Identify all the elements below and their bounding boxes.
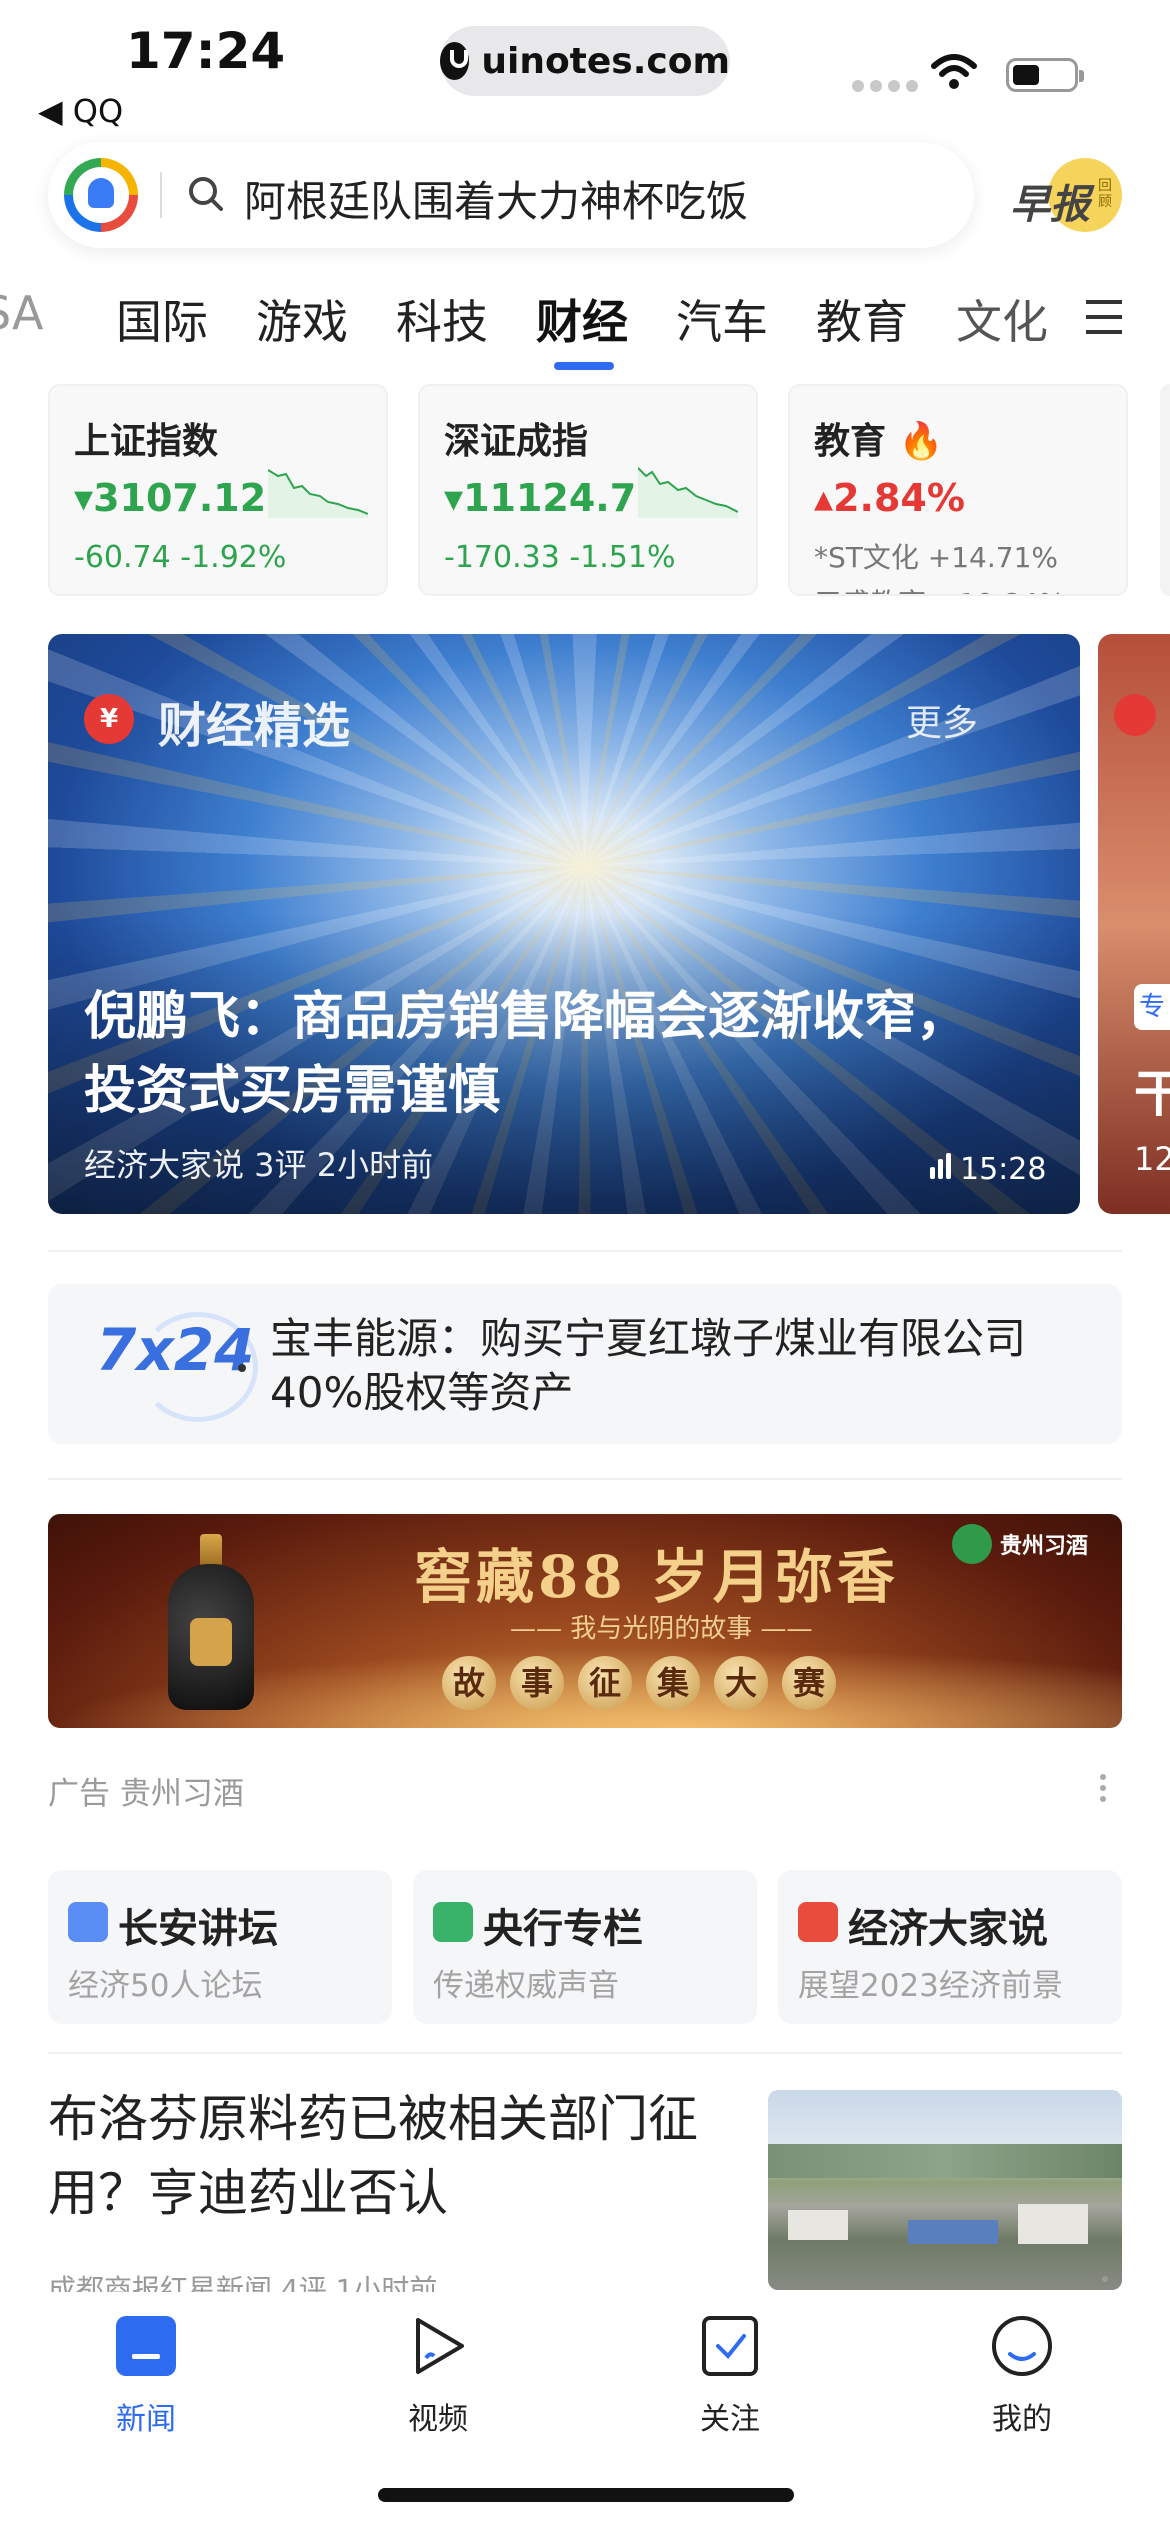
ad-subtitle: —— 我与光阴的故事 —— xyxy=(510,1614,813,1644)
market-change: -170.33 -1.51% xyxy=(444,540,676,575)
divider xyxy=(48,1478,1122,1480)
featured-meta: 经济大家说 3评 2小时前 xyxy=(84,1146,434,1184)
section-label: 财经精选 xyxy=(158,698,351,754)
featured-title[interactable]: 倪鹏飞：商品房销售降幅会逐渐收窄，投资式买房需谨慎 xyxy=(84,980,1014,1128)
market-sparkline xyxy=(638,467,738,518)
divider xyxy=(48,2052,1122,2054)
trend-icon xyxy=(798,1902,838,1942)
peek-tag: 专 xyxy=(1134,984,1170,1030)
cellular-signal-icon xyxy=(852,80,918,92)
hot-flame-icon: 🔥 xyxy=(898,421,944,462)
tab-finance[interactable]: 财经 xyxy=(536,286,628,352)
article-thumbnail[interactable] xyxy=(768,2090,1122,2290)
category-tabs: SA 国际 游戏 科技 财经 汽车 教育 文化 xyxy=(0,286,1170,356)
tab-tech[interactable]: 科技 xyxy=(396,286,488,352)
search-divider xyxy=(160,172,162,218)
active-tab-indicator xyxy=(554,362,614,370)
ad-char: 赛 xyxy=(782,1656,836,1710)
morning-report-button[interactable]: 早报 回顾 xyxy=(1010,158,1122,232)
ad-medallions: 故 事 征 集 大 赛 xyxy=(442,1656,836,1710)
site-logo-icon xyxy=(440,42,470,80)
next-card-peek[interactable] xyxy=(1098,634,1170,1214)
tab-international[interactable]: 国际 xyxy=(116,286,208,352)
finance-yuan-icon xyxy=(1114,694,1156,736)
article-title[interactable]: 布洛芬原料药已被相关部门征用？亨迪药业否认 xyxy=(48,2082,738,2230)
brand-logo-icon xyxy=(952,1524,992,1564)
market-value: ▾11124.70 xyxy=(444,476,663,520)
flash-text[interactable]: 宝丰能源：购买宁夏红墩子煤业有限公司40%股权等资产 xyxy=(270,1312,1090,1420)
market-card-peek xyxy=(1160,384,1170,596)
shortcut-title: 长安讲坛 xyxy=(118,1906,278,1952)
peek-title: 干 xyxy=(1134,1065,1170,1123)
profile-icon xyxy=(992,2316,1052,2376)
url-text: uinotes.com xyxy=(481,40,730,82)
shortcut-central-bank[interactable]: 央行专栏 传递权威声音 xyxy=(413,1870,757,2024)
market-sub-stock: 三盛教育 +10.84% xyxy=(814,582,1065,594)
ad-char: 大 xyxy=(714,1656,768,1710)
home-indicator[interactable] xyxy=(378,2488,794,2502)
ad-char: 征 xyxy=(578,1656,632,1710)
more-options-icon[interactable] xyxy=(1102,2276,1108,2282)
market-value: ▾3107.12 xyxy=(74,476,267,520)
tab-games[interactable]: 游戏 xyxy=(256,286,348,352)
news-icon xyxy=(116,2316,176,2376)
video-duration: 15:28 xyxy=(930,1152,1046,1187)
video-icon xyxy=(416,2318,464,2374)
shortcut-sub: 展望2023经济前景 xyxy=(798,1968,1063,2004)
wifi-icon xyxy=(931,54,977,89)
shortcut-sub: 传递权威声音 xyxy=(433,1968,619,2004)
calendar-icon xyxy=(68,1902,108,1942)
market-name: 教育 🔥 xyxy=(814,421,944,462)
tab-education[interactable]: 教育 xyxy=(816,286,908,352)
url-pill[interactable]: uinotes.com xyxy=(440,26,730,96)
ad-title: 窖藏88 岁月弥香 xyxy=(414,1543,899,1611)
tab-auto[interactable]: 汽车 xyxy=(676,286,768,352)
audio-bars-icon xyxy=(930,1152,954,1187)
follow-icon xyxy=(702,2316,758,2376)
shortcut-title: 央行专栏 xyxy=(483,1906,643,1952)
bullet-dot xyxy=(238,1364,246,1372)
chat-icon xyxy=(433,1902,473,1942)
morning-report-label: 早报 xyxy=(1010,182,1090,228)
market-name: 深证成指 xyxy=(444,421,589,462)
ad-char: 事 xyxy=(510,1656,564,1710)
flash-logo: 7x24 xyxy=(96,1316,255,1384)
divider xyxy=(48,1250,1122,1252)
market-change: -60.74 -1.92% xyxy=(74,540,287,575)
market-name: 上证指数 xyxy=(74,421,219,462)
back-to-app-link[interactable]: ◀ QQ xyxy=(38,92,123,130)
market-card-education[interactable]: 教育 🔥 ▴2.84% *ST文化 +14.71% 三盛教育 +10.84% xyxy=(788,384,1128,596)
ad-label: 广告 贵州习酒 xyxy=(48,1776,244,1812)
tab-sports-partial[interactable]: SA xyxy=(0,286,44,340)
status-time: 17:24 xyxy=(126,22,286,80)
finance-yuan-icon: ¥ xyxy=(84,694,134,744)
ad-char: 故 xyxy=(442,1656,496,1710)
shortcut-changan[interactable]: 长安讲坛 经济50人论坛 xyxy=(48,1870,392,2024)
morning-report-sub: 回顾 xyxy=(1098,178,1112,210)
ad-char: 集 xyxy=(646,1656,700,1710)
more-link[interactable]: 更多 xyxy=(906,694,978,746)
market-card-shenzhen[interactable]: 深证成指 ▾11124.70 -170.33 -1.51% xyxy=(418,384,758,596)
app-logo-icon[interactable] xyxy=(64,158,138,232)
more-options-icon[interactable] xyxy=(1100,1774,1106,1807)
channel-menu-icon[interactable] xyxy=(1086,300,1122,345)
market-value: ▴2.84% xyxy=(814,476,965,520)
tab-culture[interactable]: 文化 xyxy=(956,286,1048,352)
search-input[interactable]: 阿根廷队围着大力神杯吃饭 xyxy=(244,168,748,229)
battery-icon xyxy=(1006,58,1084,92)
market-card-shanghai[interactable]: 上证指数 ▾3107.12 -60.74 -1.92% xyxy=(48,384,388,596)
market-sparkline xyxy=(268,469,368,518)
peek-meta: 12 xyxy=(1134,1140,1170,1178)
ad-brand: 贵州习酒 xyxy=(952,1524,1088,1564)
shortcut-sub: 经济50人论坛 xyxy=(68,1968,263,2004)
search-icon xyxy=(189,177,223,211)
market-sub-stock: *ST文化 +14.71% xyxy=(814,541,1059,574)
shortcut-title: 经济大家说 xyxy=(848,1906,1048,1952)
shortcut-economist[interactable]: 经济大家说 展望2023经济前景 xyxy=(778,1870,1122,2024)
liquor-bottle-icon xyxy=(168,1534,254,1710)
